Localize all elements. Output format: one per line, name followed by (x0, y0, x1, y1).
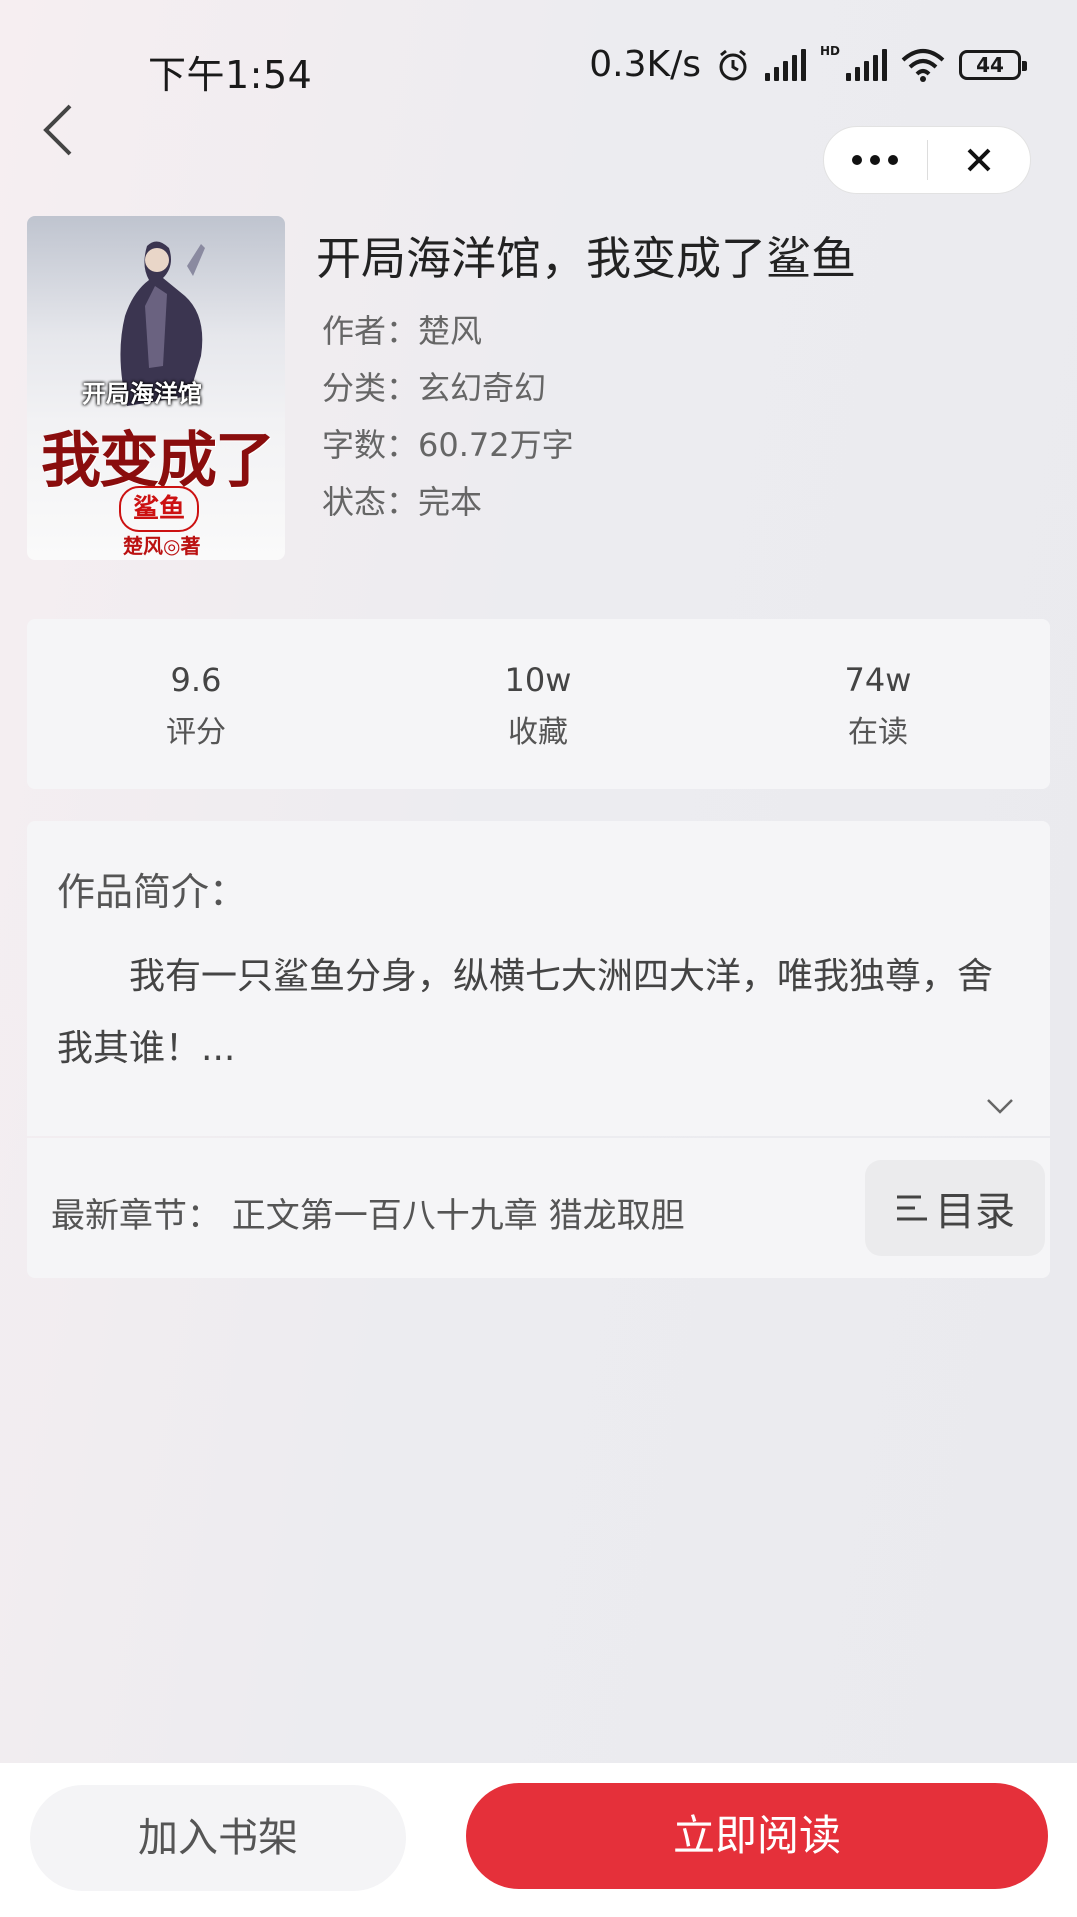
mini-program-capsule (823, 126, 1031, 194)
author-label: 作者： (322, 312, 419, 350)
list-icon (897, 1195, 927, 1221)
category-value: 玄幻奇幻 (418, 369, 547, 407)
hd-badge: HD (819, 43, 840, 58)
latest-chapter-row[interactable]: 最新章节： 正文第一百八十九章 猎龙取胆 目录 (27, 1138, 1050, 1278)
close-button[interactable] (928, 127, 1031, 193)
cover-title-line3: 鲨鱼 (119, 486, 199, 532)
category-row: 分类：玄幻奇幻 (322, 363, 546, 409)
stat-rating: 9.6 评分 (96, 661, 296, 751)
status-time: 下午1:54 (148, 53, 313, 97)
book-cover: 开局海洋馆 我变成了 鲨鱼 楚风◎著 (27, 216, 285, 560)
cover-title-line1: 开局海洋馆 (82, 379, 202, 408)
category-label: 分类： (322, 369, 419, 407)
stat-value: 9.6 (170, 661, 222, 699)
status-label: 状态： (322, 483, 419, 521)
status-row: 状态：完本 (322, 477, 482, 523)
signal-icon (764, 48, 806, 81)
stat-reading: 74w 在读 (778, 661, 978, 751)
stat-value: 74w (844, 661, 912, 699)
word-count-value: 60.72万字 (418, 426, 574, 464)
wifi-icon (901, 48, 945, 82)
word-count-row: 字数：60.72万字 (322, 420, 574, 466)
intro-text: 我有一只鲨鱼分身，纵横七大洲四大洋，唯我独尊，舍我其谁！... (57, 956, 994, 1069)
cover-author: 楚风◎著 (123, 534, 201, 558)
add-to-shelf-button[interactable]: 加入书架 (30, 1785, 406, 1891)
intro-card: 作品简介： 我有一只鲨鱼分身，纵横七大洲四大洋，唯我独尊，舍我其谁！... (27, 821, 1050, 1136)
close-icon (967, 148, 991, 172)
stat-favorites: 10w 收藏 (438, 661, 638, 751)
latest-chapter-text: 最新章节： 正文第一百八十九章 猎龙取胆 (51, 1196, 685, 1236)
status-value: 完本 (418, 483, 483, 521)
status-bar: 下午1:54 0.3K/s HD 44 (0, 0, 1077, 120)
stat-value: 10w (504, 661, 572, 699)
alarm-icon (719, 49, 747, 80)
intro-heading: 作品简介： (57, 870, 248, 914)
read-now-button[interactable]: 立即阅读 (466, 1783, 1048, 1889)
chevron-left-icon (43, 104, 72, 156)
stat-label: 收藏 (508, 715, 568, 750)
toc-button[interactable]: 目录 (865, 1160, 1045, 1256)
chevron-down-icon[interactable] (985, 1096, 1015, 1116)
author-value: 楚风 (418, 312, 483, 350)
book-title: 开局海洋馆，我变成了鲨鱼 (316, 232, 857, 285)
signal-hd-icon (846, 48, 887, 81)
stat-label: 在读 (848, 715, 908, 750)
more-button[interactable] (824, 127, 927, 193)
author-row: 作者：楚风 (322, 306, 482, 352)
back-button[interactable] (38, 100, 88, 160)
bottom-action-bar: 加入书架 立即阅读 (0, 1763, 1077, 1917)
stats-card: 9.6 评分 10w 收藏 74w 在读 (27, 619, 1050, 789)
more-icon (852, 155, 899, 165)
status-icons: 0.3K/s HD 44 (589, 43, 1027, 85)
word-count-label: 字数： (322, 426, 419, 464)
toc-label: 目录 (935, 1189, 1015, 1235)
battery-icon: 44 (959, 49, 1027, 80)
net-speed: 0.3K/s (589, 44, 701, 85)
stat-label: 评分 (166, 715, 226, 750)
